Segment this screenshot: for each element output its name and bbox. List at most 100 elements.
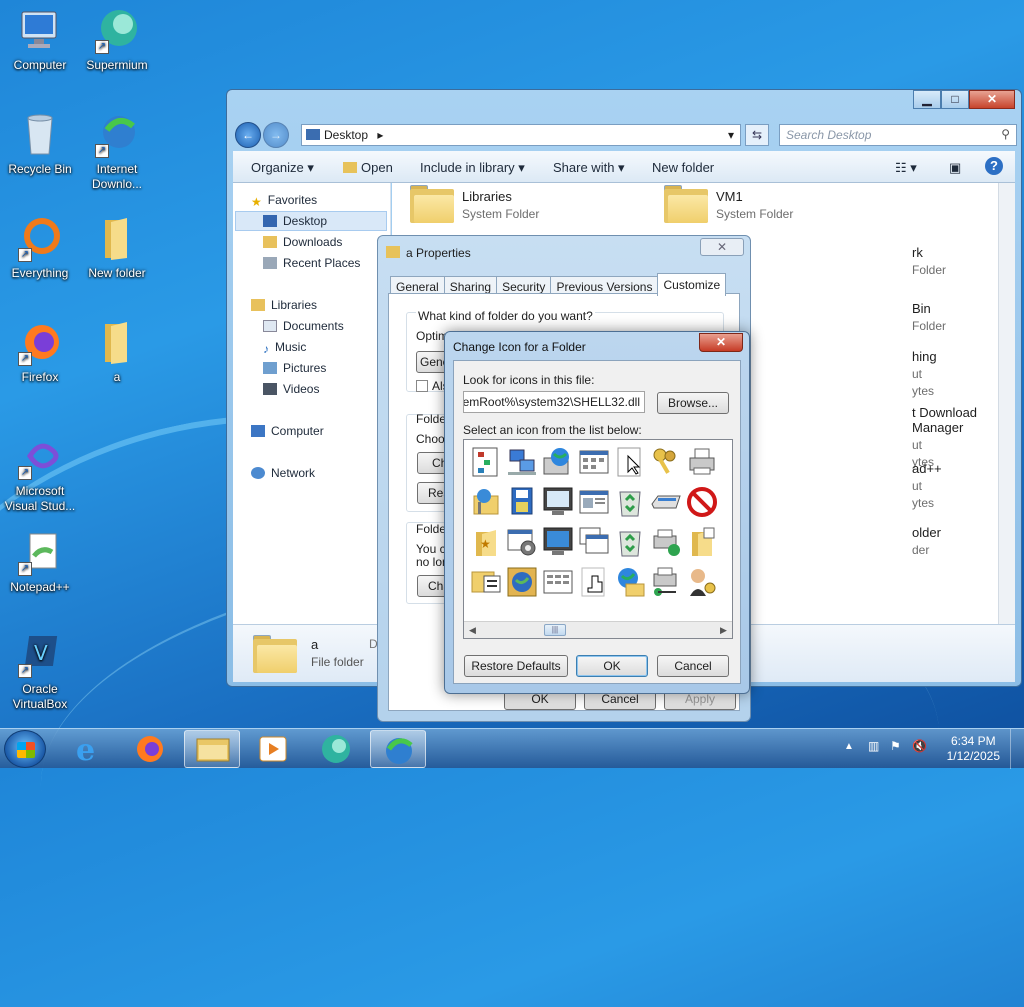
refresh-button[interactable]: ⇆ bbox=[745, 124, 769, 146]
folder-star-icon[interactable]: ★ bbox=[470, 526, 502, 558]
details-window-icon[interactable] bbox=[542, 566, 574, 598]
taskbar-media-player[interactable] bbox=[246, 730, 302, 768]
scanner-icon[interactable] bbox=[650, 486, 682, 518]
show-hidden-icons-icon[interactable]: ▲ bbox=[844, 741, 854, 752]
cursor-document-icon[interactable] bbox=[614, 446, 646, 478]
tab-customize[interactable]: Customize bbox=[657, 273, 727, 296]
nav-desktop[interactable]: Desktop bbox=[263, 214, 327, 228]
printer-check-icon[interactable] bbox=[650, 526, 682, 558]
partial-icon[interactable] bbox=[722, 486, 732, 518]
organize-menu[interactable]: Organize ▾ bbox=[251, 160, 314, 176]
partial-icon[interactable] bbox=[722, 566, 732, 598]
scroll-right-icon[interactable]: ▶ bbox=[715, 622, 732, 638]
nav-documents[interactable]: Documents bbox=[263, 319, 344, 333]
nav-recent-places[interactable]: Recent Places bbox=[263, 256, 360, 270]
desktop-icon-firefox[interactable]: ↗ Firefox bbox=[0, 318, 80, 385]
restore-defaults-button[interactable]: Restore Defaults bbox=[464, 655, 568, 677]
new-folder-button[interactable]: New folder bbox=[652, 160, 714, 175]
recycle-bin-icon[interactable] bbox=[614, 526, 646, 558]
user-key-icon[interactable] bbox=[686, 566, 718, 598]
globe-frame-icon[interactable] bbox=[506, 566, 538, 598]
printer-icon[interactable] bbox=[686, 446, 718, 478]
windows-stack-icon[interactable] bbox=[578, 526, 610, 558]
show-desktop-button[interactable] bbox=[1010, 729, 1024, 769]
share-with-menu[interactable]: Share with ▾ bbox=[553, 160, 625, 176]
recycle-bin-full-icon[interactable] bbox=[614, 486, 646, 518]
minimize-button[interactable]: ▁ bbox=[913, 90, 941, 109]
chevron-down-icon[interactable]: ▾ bbox=[728, 128, 734, 142]
window-gear-icon[interactable] bbox=[506, 526, 538, 558]
scroll-thumb[interactable]: ||| bbox=[544, 624, 566, 636]
action-center-flag-icon[interactable]: ⚑ bbox=[890, 739, 901, 753]
icon-file-path-input[interactable]: %SystemRoot%\system32\SHELL32.dll bbox=[463, 391, 645, 413]
desktop-icon-folder-a[interactable]: a bbox=[77, 318, 157, 385]
include-in-library-menu[interactable]: Include in library ▾ bbox=[420, 160, 525, 176]
file-item-everything[interactable]: hing ut ytes bbox=[912, 349, 937, 398]
nav-network[interactable]: Network bbox=[251, 466, 315, 480]
printer-network-icon[interactable] bbox=[650, 566, 682, 598]
desktop-icon-supermium[interactable]: ↗ Supermium bbox=[77, 6, 157, 73]
start-button[interactable] bbox=[4, 730, 46, 768]
vertical-scrollbar[interactable] bbox=[998, 183, 1015, 624]
desktop-icon-recycle-bin[interactable]: Recycle Bin bbox=[0, 110, 80, 177]
taskbar-idm[interactable] bbox=[370, 730, 426, 768]
view-options-icon[interactable]: ☷ ▾ bbox=[895, 160, 917, 176]
prohibited-icon[interactable] bbox=[686, 486, 718, 518]
scroll-left-icon[interactable]: ◀ bbox=[464, 622, 481, 638]
file-item-recycle-bin[interactable]: Bin Folder bbox=[912, 301, 946, 333]
file-item-vm1[interactable]: VM1 System Folder bbox=[664, 185, 793, 223]
partial-icon[interactable] bbox=[722, 446, 732, 478]
volume-muted-icon[interactable]: 🔇 bbox=[912, 739, 927, 753]
keys-icon[interactable] bbox=[650, 446, 682, 478]
desktop-icon-new-folder[interactable]: New folder bbox=[77, 214, 157, 281]
close-button[interactable]: ✕ bbox=[700, 238, 744, 256]
monitor-blank-icon[interactable] bbox=[542, 526, 574, 558]
ok-button[interactable]: OK bbox=[576, 655, 648, 677]
cancel-button[interactable]: Cancel bbox=[657, 655, 729, 677]
desktop-icon-everything[interactable]: ↗ Everything bbox=[0, 214, 80, 281]
taskbar-firefox[interactable] bbox=[122, 730, 178, 768]
hand-pointer-icon[interactable] bbox=[578, 566, 610, 598]
help-icon[interactable]: ? bbox=[985, 157, 1003, 175]
address-bar[interactable]: Desktop ▸ ▾ bbox=[301, 124, 741, 146]
nav-downloads[interactable]: Downloads bbox=[263, 235, 342, 249]
monitor-icon[interactable] bbox=[542, 486, 574, 518]
floppy-window-icon[interactable] bbox=[506, 486, 538, 518]
taskbar-explorer[interactable] bbox=[184, 730, 240, 768]
icon-list[interactable]: ★ ◀ ||| ▶ bbox=[463, 439, 733, 639]
nav-music[interactable]: ♪ Music bbox=[263, 340, 306, 356]
desktop-icon-visual-studio[interactable]: ↗ Microsoft Visual Stud... bbox=[0, 432, 80, 514]
folder-check-icon[interactable] bbox=[686, 526, 718, 558]
globe-folder-icon[interactable] bbox=[614, 566, 646, 598]
search-input[interactable]: Search Desktop ⚲ bbox=[779, 124, 1017, 146]
file-item-new-folder[interactable]: older der bbox=[912, 525, 941, 557]
clock[interactable]: 6:34 PM 1/12/2025 bbox=[947, 734, 1000, 764]
desktop-icon-computer[interactable]: Computer bbox=[0, 6, 80, 73]
taskbar-internet-explorer[interactable]: e bbox=[62, 730, 118, 768]
desktop-icon-notepadpp[interactable]: ↗ Notepad++ bbox=[0, 528, 80, 595]
network-computers-icon[interactable] bbox=[506, 446, 538, 478]
folder-list-icon[interactable] bbox=[470, 566, 502, 598]
window-list-icon[interactable] bbox=[578, 486, 610, 518]
file-item-libraries[interactable]: Libraries System Folder bbox=[410, 185, 539, 223]
taskbar-supermium[interactable] bbox=[308, 730, 364, 768]
back-button[interactable]: ← bbox=[235, 122, 261, 148]
window-grid-icon[interactable] bbox=[578, 446, 610, 478]
close-button[interactable]: ✕ bbox=[699, 333, 743, 352]
maximize-button[interactable]: □ bbox=[941, 90, 969, 109]
nav-favorites[interactable]: ★ Favorites bbox=[251, 193, 317, 209]
forward-button[interactable]: → bbox=[263, 122, 289, 148]
file-item-notepadpp[interactable]: ad++ ut ytes bbox=[912, 461, 942, 510]
desktop-icon-idm[interactable]: ↗ Internet Downlo... bbox=[77, 110, 157, 192]
nav-computer[interactable]: Computer bbox=[251, 424, 324, 438]
org-chart-icon[interactable] bbox=[470, 446, 502, 478]
nav-pictures[interactable]: Pictures bbox=[263, 361, 326, 375]
nav-libraries[interactable]: Libraries bbox=[251, 298, 317, 312]
network-tray-icon[interactable]: ▥ bbox=[868, 739, 879, 753]
desktop-icon-virtualbox[interactable]: V ↗ Oracle VirtualBox bbox=[0, 630, 80, 712]
preview-pane-icon[interactable]: ▣ bbox=[949, 160, 961, 176]
partial-icon[interactable] bbox=[722, 526, 732, 558]
open-button[interactable]: Open bbox=[343, 160, 393, 175]
nav-videos[interactable]: Videos bbox=[263, 382, 319, 396]
close-button[interactable]: ✕ bbox=[969, 90, 1015, 109]
